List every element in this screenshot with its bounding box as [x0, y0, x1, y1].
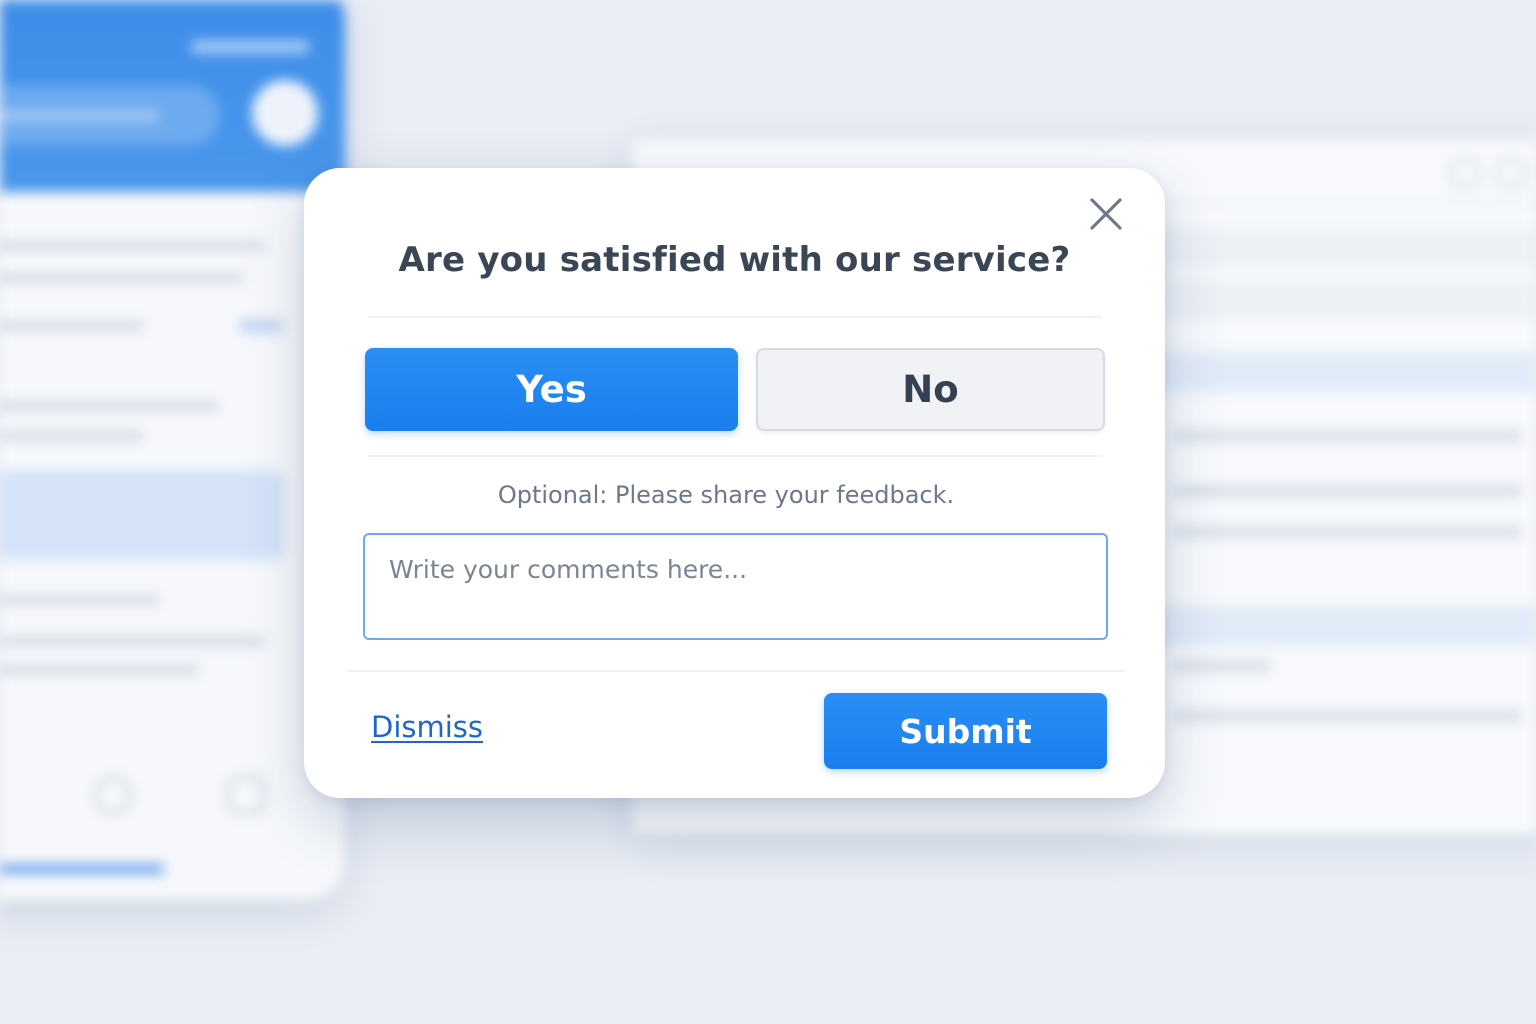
divider — [368, 316, 1102, 318]
background-progress-bar — [0, 864, 165, 874]
background-text-line — [1172, 710, 1522, 722]
dismiss-link[interactable]: Dismiss — [371, 710, 483, 744]
background-avatar — [252, 80, 318, 146]
background-text-line — [0, 320, 145, 332]
background-text-line — [1172, 660, 1272, 672]
background-text-line — [1172, 430, 1522, 442]
background-text-line — [0, 400, 220, 412]
background-status-bar — [190, 40, 310, 54]
background-search-placeholder — [0, 110, 160, 122]
dialog-title: Are you satisfied with our service? — [398, 240, 1071, 280]
background-text-line — [0, 594, 160, 606]
comments-field[interactable] — [363, 533, 1108, 640]
background-text-line — [0, 272, 245, 284]
close-icon — [1090, 198, 1122, 230]
background-text-line — [1172, 485, 1522, 497]
background-text-line — [238, 320, 284, 332]
background-text-line — [0, 664, 200, 676]
close-button[interactable] — [1084, 192, 1128, 236]
no-button-label: No — [902, 368, 959, 411]
background-text-line — [0, 430, 145, 442]
divider — [368, 455, 1102, 457]
submit-button-label: Submit — [899, 711, 1032, 751]
divider — [348, 670, 1124, 672]
background-phone-screen — [0, 0, 345, 900]
background-nav-icon — [93, 775, 133, 815]
feedback-dialog: Are you satisfied with our service? Yes … — [304, 168, 1165, 798]
feedback-prompt: Optional: Please share your feedback. — [497, 481, 955, 509]
submit-button[interactable]: Submit — [824, 693, 1107, 769]
yes-button[interactable]: Yes — [365, 348, 738, 431]
no-button[interactable]: No — [756, 348, 1105, 431]
background-text-line — [0, 635, 265, 647]
background-nav-icon — [226, 775, 266, 815]
background-highlight-card — [0, 470, 285, 560]
yes-button-label: Yes — [516, 368, 587, 411]
background-text-line — [0, 240, 265, 252]
background-window-icon — [1450, 158, 1480, 188]
background-text-line — [1172, 526, 1522, 538]
background-window-icon — [1496, 158, 1526, 188]
